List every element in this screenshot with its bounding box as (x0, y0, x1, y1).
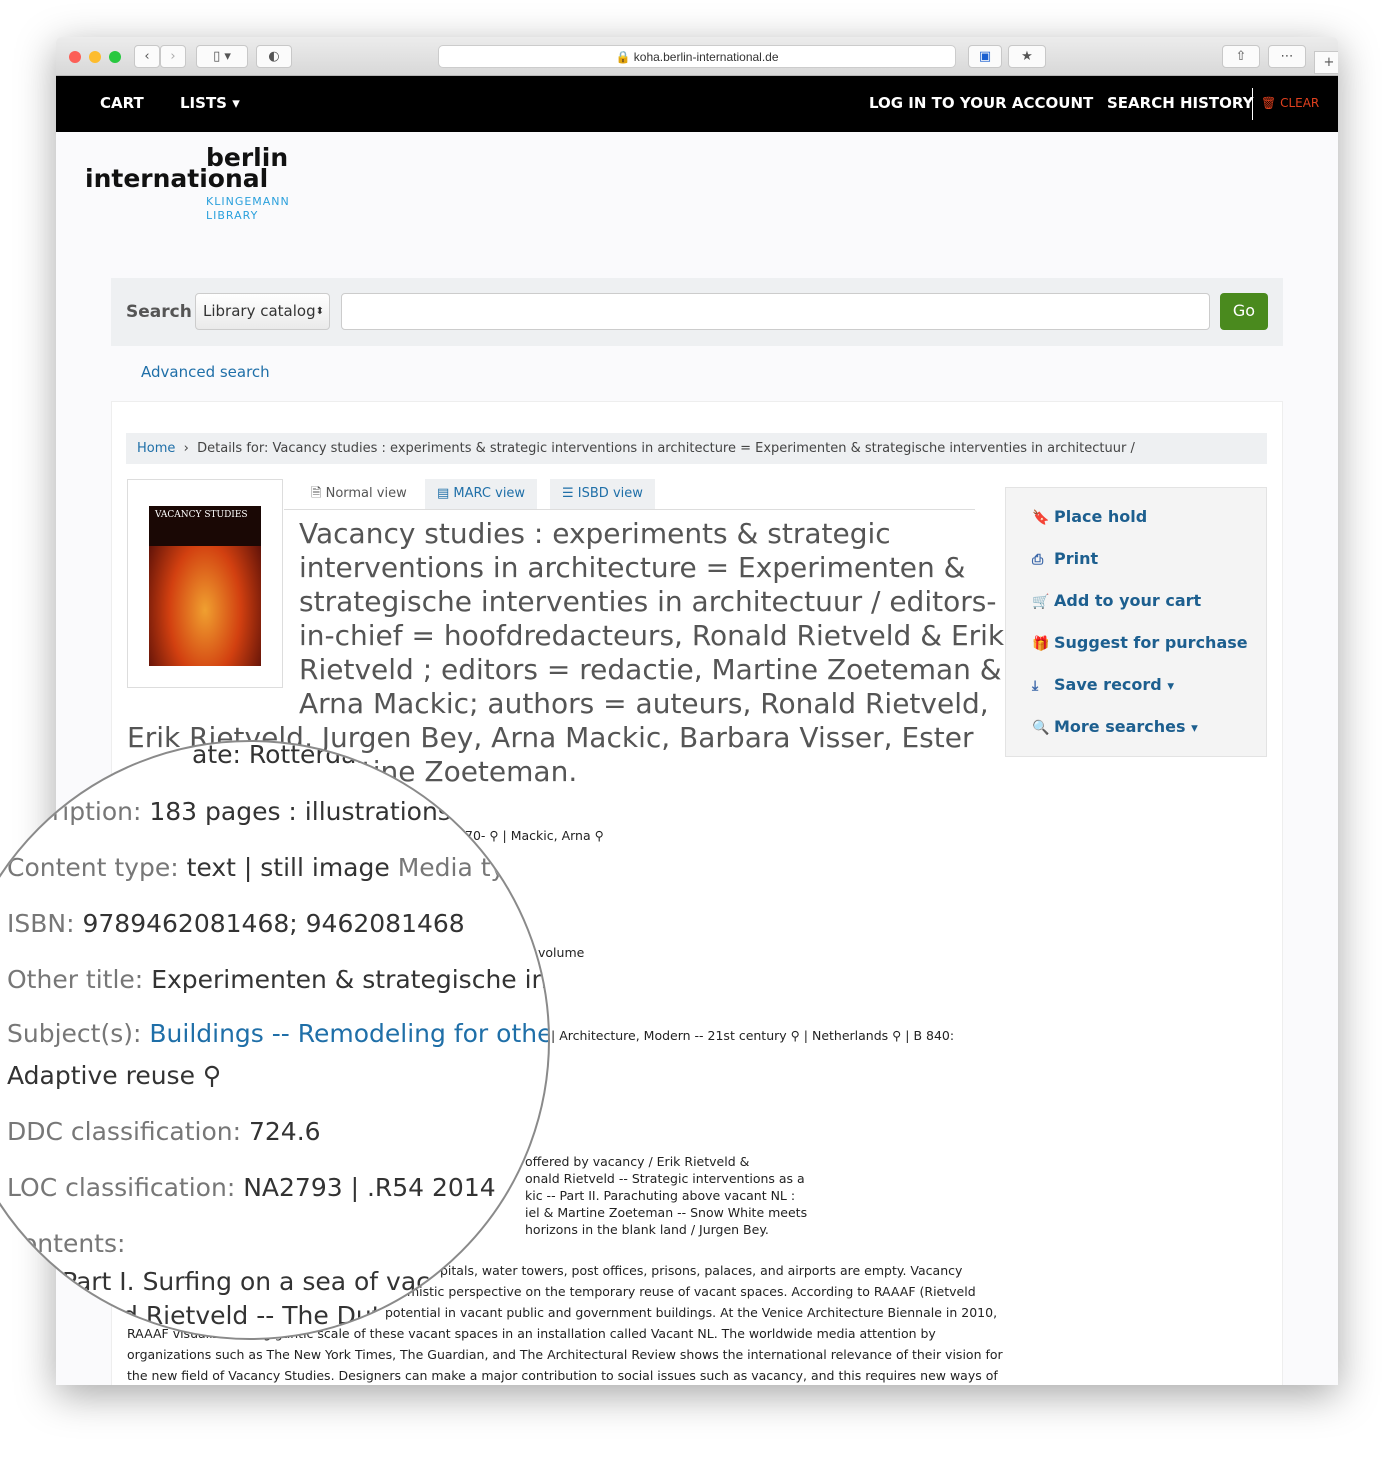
cart-icon: 🛒 (1032, 594, 1050, 610)
clear-history-link[interactable]: 🗑 CLEAR (1261, 96, 1319, 110)
gift-icon: 🎁 (1032, 636, 1050, 652)
contents-text: offered by vacancy / Erik Rietveld & onal… (525, 1154, 808, 1237)
subject-link[interactable]: B 840: (913, 1028, 954, 1043)
search-scope-select[interactable]: Library catalog ⬍ (195, 293, 330, 330)
password-icon[interactable]: ▣ (968, 45, 1002, 68)
login-link[interactable]: LOG IN TO YOUR ACCOUNT (869, 94, 1093, 112)
author-link[interactable]: Mackic, Arna (511, 828, 591, 843)
subject-link[interactable]: Netherlands (812, 1028, 888, 1043)
minimize-window-button[interactable] (89, 51, 101, 63)
print-link[interactable]: ⎙ Print (1032, 549, 1098, 568)
search-input[interactable] (341, 293, 1210, 330)
tab-isbd-view[interactable]: ☰ ISBD view (550, 479, 655, 510)
subject-link[interactable]: Architecture, Modern -- 21st century (559, 1028, 786, 1043)
search-label: Search (126, 302, 192, 322)
breadcrumb: Home › Details for: Vacancy studies : ex… (126, 433, 1267, 464)
browser-toolbar: ‹ › ▯ ▾ ◐ 🔒 koha.berlin-international.de… (56, 37, 1338, 76)
add-to-cart-link[interactable]: 🛒 Add to your cart (1032, 591, 1201, 610)
subject-link[interactable]: Adaptive reuse ⚲ (7, 1061, 221, 1090)
bookmark-icon: 🔖 (1032, 510, 1050, 526)
close-window-button[interactable] (69, 51, 81, 63)
place-hold-link[interactable]: 🔖 Place hold (1032, 507, 1147, 526)
sidebar-icon[interactable]: ▯ ▾ (196, 45, 248, 68)
search-history-link[interactable]: SEARCH HISTORY (1107, 94, 1254, 112)
bookmark-star-icon[interactable]: ★ (1008, 45, 1046, 68)
forward-icon[interactable]: › (160, 45, 186, 68)
tabs-overview-icon[interactable]: ⋯ (1268, 45, 1306, 68)
subject-link[interactable]: Buildings -- Remodeling for other u (149, 1019, 548, 1048)
lists-menu[interactable]: LISTS ▾ (180, 94, 240, 112)
advanced-search-link[interactable]: Advanced search (141, 363, 270, 381)
download-icon: ⤓ (1032, 678, 1039, 694)
top-nav: CART LISTS ▾ LOG IN TO YOUR ACCOUNT SEAR… (56, 76, 1338, 132)
shield-icon[interactable]: ◐ (256, 45, 292, 68)
divider (1252, 88, 1253, 120)
breadcrumb-home[interactable]: Home (137, 441, 175, 456)
cart-link[interactable]: CART (100, 94, 144, 112)
address-bar[interactable]: 🔒 koha.berlin-international.de (438, 45, 956, 68)
tab-marc-view[interactable]: ▤ MARC view (425, 479, 538, 510)
book-cover-image[interactable]: VACANCY STUDIES (149, 506, 261, 666)
actions-sidebar: 🔖 Place hold ⎙ Print 🛒 Add to your cart 🎁 Su… (1005, 487, 1267, 757)
back-icon[interactable]: ‹ (134, 45, 160, 68)
search-bar: Search Library catalog ⬍ Go (111, 278, 1283, 346)
new-tab-icon[interactable]: + (1314, 51, 1338, 74)
tab-normal-view[interactable]: 🗎 Normal view (299, 479, 419, 510)
go-button[interactable]: Go (1220, 293, 1268, 330)
search-icon: 🔍 (1032, 720, 1050, 736)
share-icon[interactable]: ⇧ (1222, 45, 1260, 68)
suggest-purchase-link[interactable]: 🎁 Suggest for purchase (1032, 633, 1248, 652)
lock-icon: 🔒 (615, 50, 631, 64)
more-searches-menu[interactable]: 🔍 More searches ▾ (1032, 717, 1198, 736)
print-icon: ⎙ (1032, 552, 1044, 568)
cover-frame: VACANCY STUDIES (127, 479, 283, 688)
zoom-window-button[interactable] (109, 51, 121, 63)
save-record-menu[interactable]: ⤓ Save record ▾ (1032, 675, 1174, 694)
